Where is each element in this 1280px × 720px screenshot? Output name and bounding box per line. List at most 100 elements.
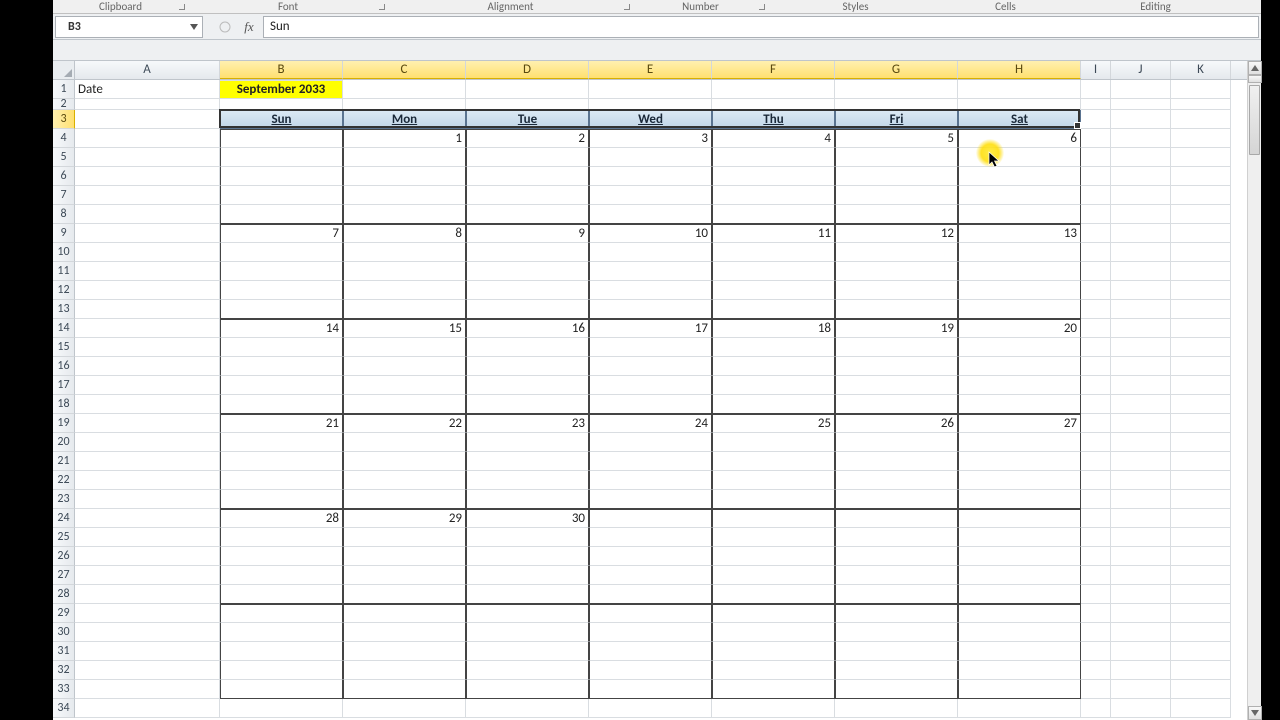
cell-G34[interactable]: [835, 699, 958, 718]
row-header-16[interactable]: 16: [53, 357, 75, 376]
cell-G10[interactable]: [835, 243, 958, 262]
cell-F3[interactable]: Thu: [712, 110, 835, 129]
cell-F12[interactable]: [712, 281, 835, 300]
cell-F20[interactable]: [712, 433, 835, 452]
cell-F15[interactable]: [712, 338, 835, 357]
cell-E4[interactable]: 3: [589, 129, 712, 148]
cell-A26[interactable]: [75, 547, 220, 566]
cell-H8[interactable]: [958, 205, 1081, 224]
cell-K10[interactable]: [1171, 243, 1231, 262]
column-header-B[interactable]: B: [220, 61, 343, 79]
cell-G9[interactable]: 12: [835, 224, 958, 243]
cell-B34[interactable]: [220, 699, 343, 718]
scroll-down-button[interactable]: [1248, 706, 1262, 720]
row-header-8[interactable]: 8: [53, 205, 75, 224]
cell-B30[interactable]: [220, 623, 343, 642]
cell-B23[interactable]: [220, 490, 343, 509]
column-header-G[interactable]: G: [835, 61, 958, 79]
cell-H6[interactable]: [958, 167, 1081, 186]
cell-A30[interactable]: [75, 623, 220, 642]
cell-D34[interactable]: [466, 699, 589, 718]
cell-F26[interactable]: [712, 547, 835, 566]
scroll-up-button[interactable]: [1248, 61, 1262, 75]
cell-C13[interactable]: [343, 300, 466, 319]
cell-F13[interactable]: [712, 300, 835, 319]
cell-E5[interactable]: [589, 148, 712, 167]
cell-C12[interactable]: [343, 281, 466, 300]
cell-I2[interactable]: [1081, 99, 1111, 110]
row-header-10[interactable]: 10: [53, 243, 75, 262]
cell-B15[interactable]: [220, 338, 343, 357]
cell-J10[interactable]: [1111, 243, 1171, 262]
cell-J34[interactable]: [1111, 699, 1171, 718]
cell-I19[interactable]: [1081, 414, 1111, 433]
cell-H26[interactable]: [958, 547, 1081, 566]
cell-B6[interactable]: [220, 167, 343, 186]
cell-H28[interactable]: [958, 585, 1081, 604]
column-headers[interactable]: ABCDEFGHIJK: [75, 61, 1261, 80]
cell-D23[interactable]: [466, 490, 589, 509]
cell-J22[interactable]: [1111, 471, 1171, 490]
select-all-button[interactable]: [53, 61, 75, 80]
cell-C5[interactable]: [343, 148, 466, 167]
cell-J1[interactable]: [1111, 80, 1171, 99]
cell-F27[interactable]: [712, 566, 835, 585]
cell-A22[interactable]: [75, 471, 220, 490]
cell-G8[interactable]: [835, 205, 958, 224]
cell-B1[interactable]: September 2033: [220, 80, 343, 99]
row-headers[interactable]: 1234567891011121314151617181920212223242…: [53, 80, 75, 718]
cell-B10[interactable]: [220, 243, 343, 262]
row-header-11[interactable]: 11: [53, 262, 75, 281]
row-header-2[interactable]: 2: [53, 99, 75, 110]
column-header-H[interactable]: H: [958, 61, 1081, 79]
cell-F19[interactable]: 25: [712, 414, 835, 433]
cell-D29[interactable]: [466, 604, 589, 623]
cell-F14[interactable]: 18: [712, 319, 835, 338]
cell-E18[interactable]: [589, 395, 712, 414]
cell-E6[interactable]: [589, 167, 712, 186]
cell-H34[interactable]: [958, 699, 1081, 718]
cell-G25[interactable]: [835, 528, 958, 547]
cell-F6[interactable]: [712, 167, 835, 186]
cell-J28[interactable]: [1111, 585, 1171, 604]
row-header-27[interactable]: 27: [53, 566, 75, 585]
cell-K11[interactable]: [1171, 262, 1231, 281]
row-header-14[interactable]: 14: [53, 319, 75, 338]
cell-F5[interactable]: [712, 148, 835, 167]
cell-A31[interactable]: [75, 642, 220, 661]
row-header-23[interactable]: 23: [53, 490, 75, 509]
cell-B8[interactable]: [220, 205, 343, 224]
cell-G12[interactable]: [835, 281, 958, 300]
cell-A11[interactable]: [75, 262, 220, 281]
cell-G6[interactable]: [835, 167, 958, 186]
cell-J29[interactable]: [1111, 604, 1171, 623]
cell-J32[interactable]: [1111, 661, 1171, 680]
cell-C1[interactable]: [343, 80, 466, 99]
cell-A4[interactable]: [75, 129, 220, 148]
cell-K7[interactable]: [1171, 186, 1231, 205]
cell-G7[interactable]: [835, 186, 958, 205]
row-header-13[interactable]: 13: [53, 300, 75, 319]
cell-G2[interactable]: [835, 99, 958, 110]
cell-E2[interactable]: [589, 99, 712, 110]
cell-I28[interactable]: [1081, 585, 1111, 604]
cell-A20[interactable]: [75, 433, 220, 452]
cell-J31[interactable]: [1111, 642, 1171, 661]
cell-E7[interactable]: [589, 186, 712, 205]
worksheet-grid[interactable]: ABCDEFGHIJK 1234567891011121314151617181…: [53, 61, 1261, 720]
row-header-7[interactable]: 7: [53, 186, 75, 205]
cell-C2[interactable]: [343, 99, 466, 110]
row-header-26[interactable]: 26: [53, 547, 75, 566]
cell-A8[interactable]: [75, 205, 220, 224]
cell-D19[interactable]: 23: [466, 414, 589, 433]
cell-D16[interactable]: [466, 357, 589, 376]
cell-H3[interactable]: Sat: [958, 110, 1081, 129]
cell-E28[interactable]: [589, 585, 712, 604]
cell-J33[interactable]: [1111, 680, 1171, 699]
cell-F2[interactable]: [712, 99, 835, 110]
cell-K30[interactable]: [1171, 623, 1231, 642]
cell-G4[interactable]: 5: [835, 129, 958, 148]
cell-D15[interactable]: [466, 338, 589, 357]
cell-C33[interactable]: [343, 680, 466, 699]
cell-B17[interactable]: [220, 376, 343, 395]
